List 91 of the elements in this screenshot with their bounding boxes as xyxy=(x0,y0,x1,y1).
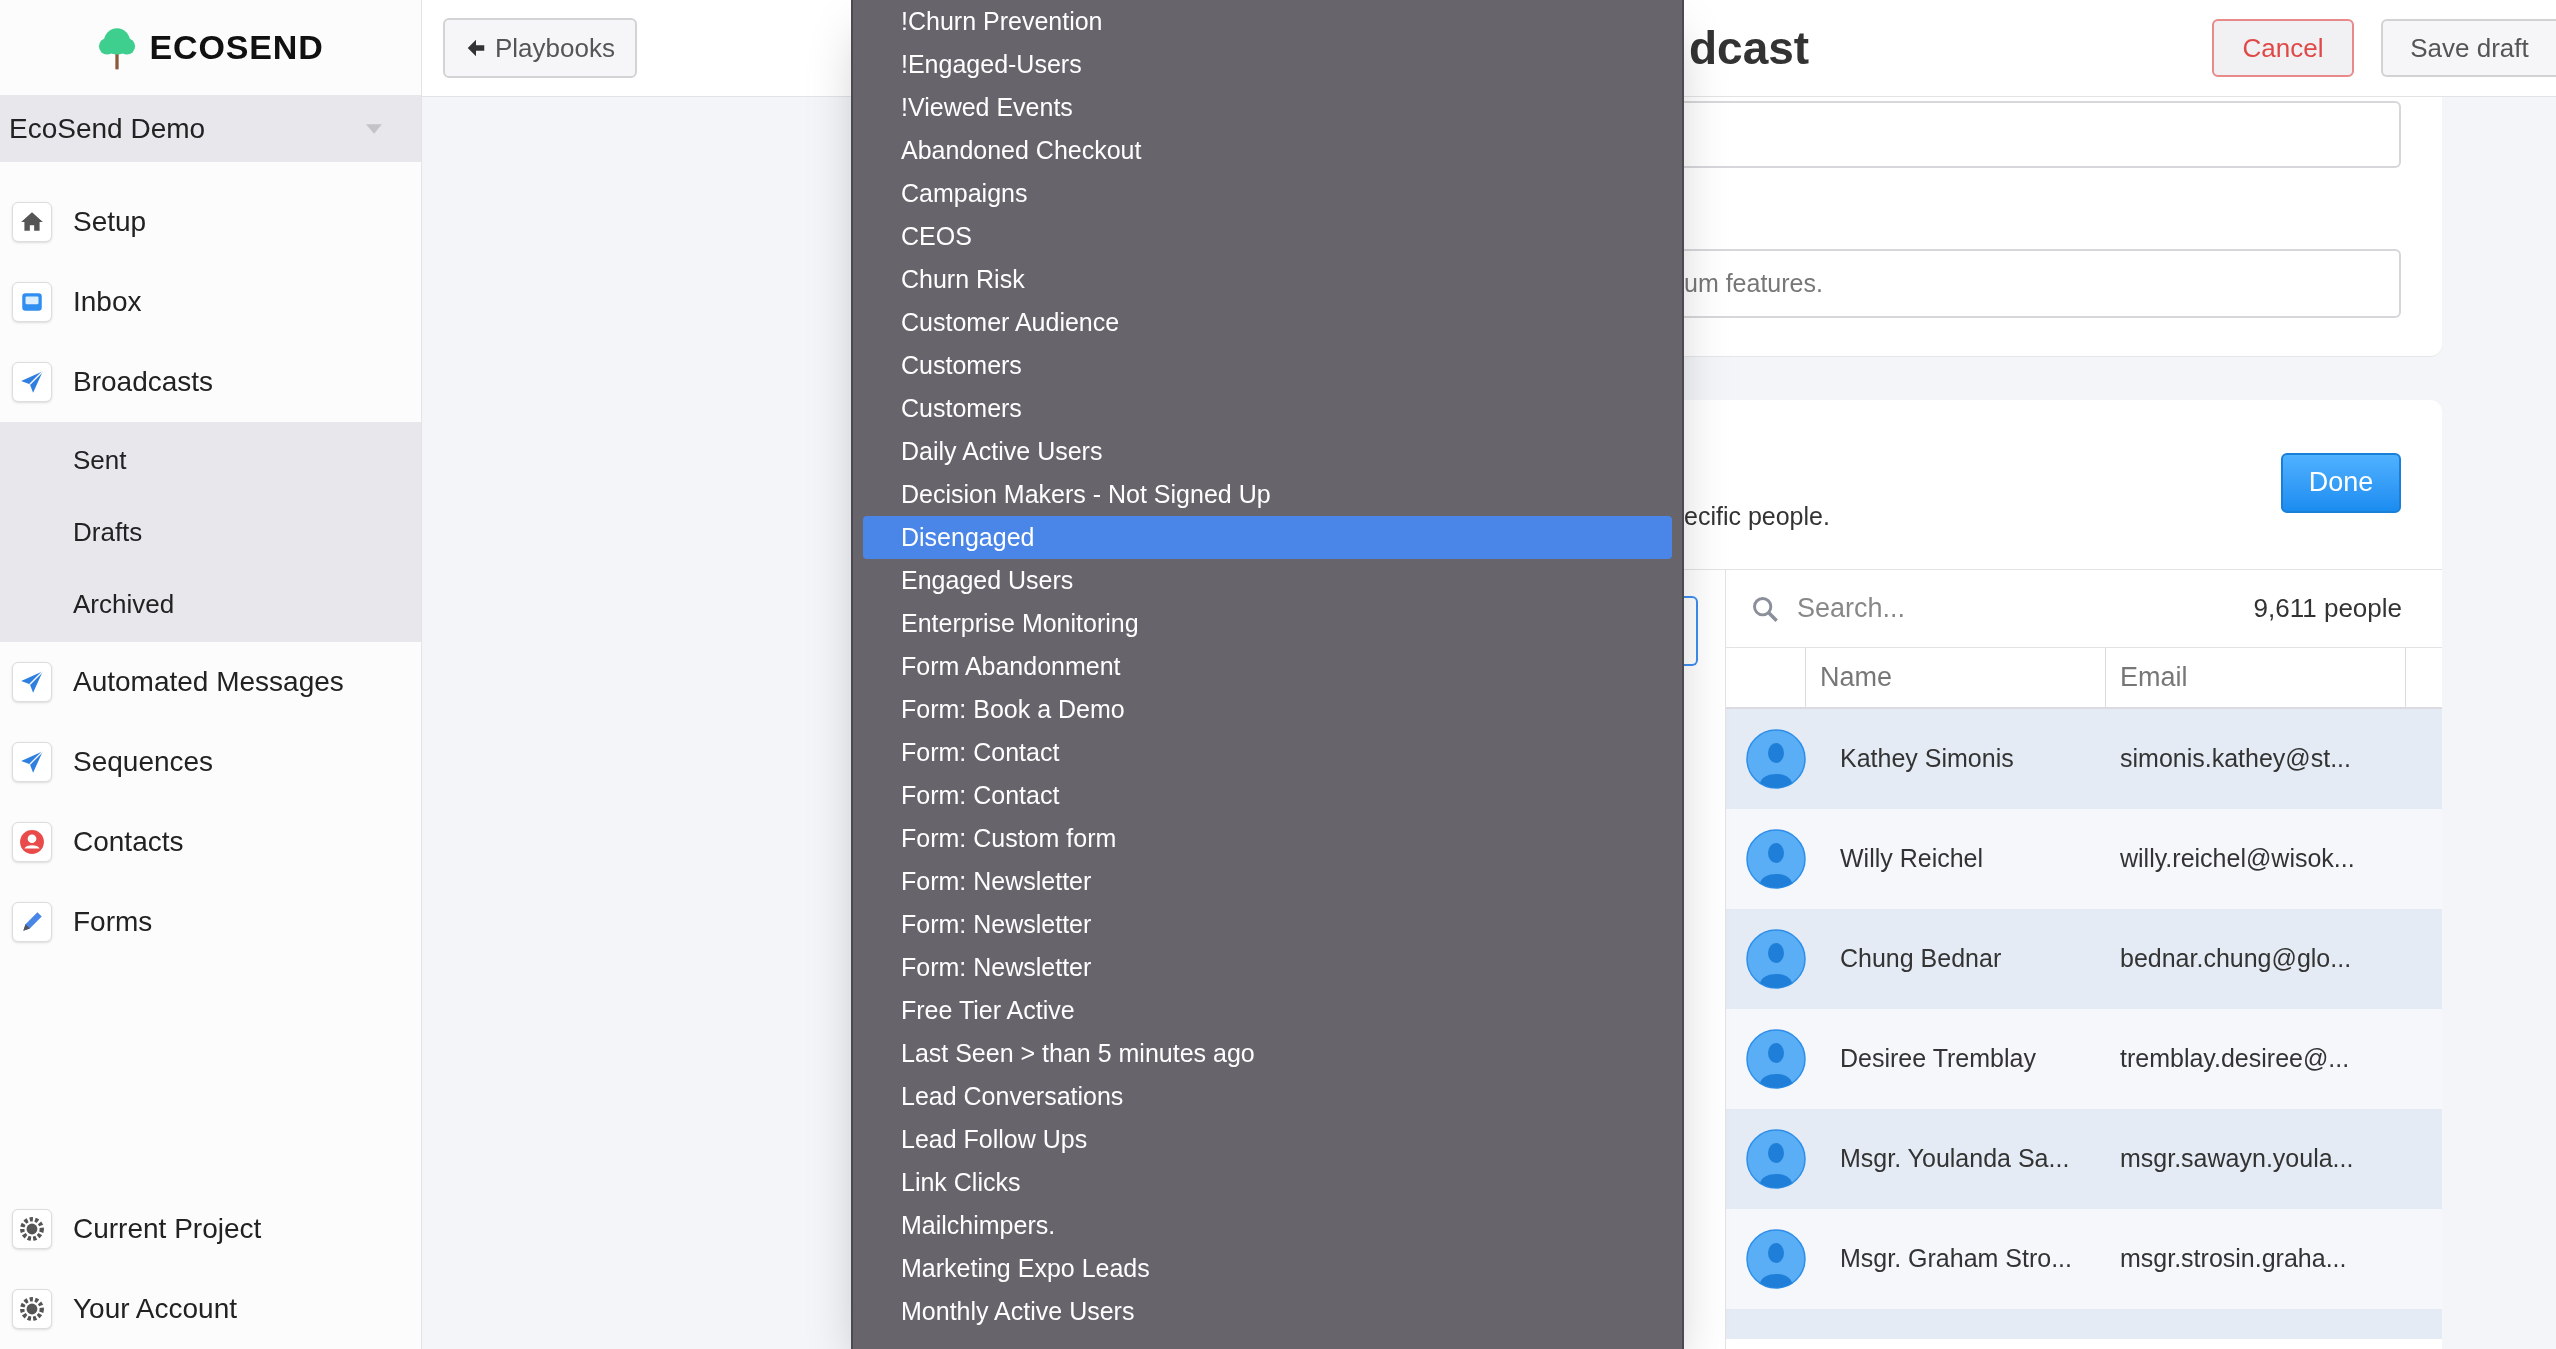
avatar-icon xyxy=(1746,829,1806,889)
column-header[interactable]: Name xyxy=(1806,648,2106,707)
dropdown-option[interactable]: Form: Contact xyxy=(863,731,1672,774)
brand-name: ECOSEND xyxy=(149,27,324,68)
avatar-icon xyxy=(1746,929,1806,989)
submenu-item[interactable]: Archived xyxy=(0,568,421,640)
back-button[interactable]: Playbooks xyxy=(443,18,637,78)
dropdown-option[interactable]: Form: Newsletter xyxy=(863,903,1672,946)
dropdown-option[interactable]: Abandoned Checkout xyxy=(863,129,1672,172)
table-cell-text: Willy Reichel xyxy=(1839,843,1985,875)
dropdown-option[interactable]: Free Tier Active xyxy=(863,989,1672,1032)
dropdown-option[interactable]: Customers xyxy=(863,344,1672,387)
nav-item[interactable]: Broadcasts xyxy=(0,342,421,422)
dropdown-option[interactable]: Mailchimpers. xyxy=(863,1204,1672,1247)
left-arrow-icon xyxy=(465,37,487,59)
nav-item[interactable]: Your Account xyxy=(0,1269,421,1349)
table-row[interactable]: Chung Bednar bednar.chung@glo... xyxy=(1726,909,2442,1009)
table-cell-text: Msgr. Graham Stro... xyxy=(1839,1243,2073,1275)
dropdown-option[interactable]: Form: Contact xyxy=(863,774,1672,817)
dropdown-option[interactable]: Marketing Expo Leads xyxy=(863,1247,1672,1290)
nav-item[interactable]: Current Project xyxy=(0,1189,421,1269)
recipients-description: ecific people. xyxy=(1684,500,1830,532)
submenu-item[interactable]: Drafts xyxy=(0,496,421,568)
dropdown-option[interactable]: Last Seen > than 5 minutes ago xyxy=(863,1032,1672,1075)
paper-plane-icon xyxy=(19,369,45,395)
dropdown-option[interactable]: Lead Follow Ups xyxy=(863,1118,1672,1161)
dropdown-option[interactable]: Daily Active Users xyxy=(863,430,1672,473)
table-cell-text: msgr.strosin.graha... xyxy=(2119,1243,2348,1275)
table-cell-text: simonis.kathey@st... xyxy=(2119,743,2352,775)
dropdown-option[interactable]: Form: Book a Demo xyxy=(863,688,1672,731)
caret-icon xyxy=(366,123,382,134)
dropdown-option[interactable]: Form: Newsletter xyxy=(863,946,1672,989)
field-placeholder: um features. xyxy=(1684,267,1823,299)
dropdown-option[interactable]: !Viewed Events xyxy=(863,86,1672,129)
nav-item[interactable]: Contacts xyxy=(0,802,421,882)
table-row[interactable]: Desiree Tremblay tremblay.desiree@... xyxy=(1726,1009,2442,1109)
dropdown-option[interactable]: Monthly Active Users xyxy=(863,1290,1672,1333)
person-icon xyxy=(19,829,45,855)
submenu-item[interactable]: Sent xyxy=(0,424,421,496)
table-cell-text: msgr.sawayn.youla... xyxy=(2119,1143,2355,1175)
nav-item[interactable]: Automated Messages xyxy=(0,642,421,722)
text-field[interactable] xyxy=(1684,101,2401,168)
table-cell-text: Kathey Simonis xyxy=(1839,743,2015,775)
dropdown-option[interactable]: CEOS xyxy=(863,215,1672,258)
paper-plane-icon xyxy=(19,669,45,695)
dropdown-option[interactable]: Campaigns xyxy=(863,172,1672,215)
dropdown-option[interactable]: Disengaged xyxy=(863,516,1672,559)
nav-item[interactable]: Setup xyxy=(0,182,421,262)
people-count: 9,611 people xyxy=(2253,592,2402,625)
dropdown-option[interactable]: Churn Risk xyxy=(863,258,1672,301)
table-row[interactable]: Willy Reichel willy.reichel@wisok... xyxy=(1726,809,2442,909)
dropdown-option[interactable]: Decision Makers - Not Signed Up xyxy=(863,473,1672,516)
table-cell-text: Desiree Tremblay xyxy=(1839,1043,2037,1075)
dropdown-option[interactable]: Enterprise Monitoring xyxy=(863,602,1672,645)
gear-icon xyxy=(19,1216,45,1242)
text-field[interactable]: um features. xyxy=(1684,249,2401,318)
project-selector[interactable]: EcoSend Demo xyxy=(0,95,421,162)
avatar-icon xyxy=(1746,1229,1806,1289)
nav-item[interactable]: Forms xyxy=(0,882,421,962)
table-cell-text: bednar.chung@glo... xyxy=(2119,943,2353,975)
avatar-icon xyxy=(1746,729,1806,789)
table-row[interactable]: Msgr. Graham Stro... msgr.strosin.graha... xyxy=(1726,1209,2442,1309)
nav-item[interactable]: Inbox xyxy=(0,262,421,342)
table-row[interactable]: Msgr. Youlanda Sa... msgr.sawayn.youla... xyxy=(1726,1109,2442,1209)
table-cell-text: tremblay.desiree@... xyxy=(2119,1043,2351,1075)
paper-plane-icon xyxy=(19,749,45,775)
page-title: dcast xyxy=(1688,20,1810,76)
avatar-icon xyxy=(1746,1029,1806,1089)
table-row[interactable]: Kathey Simonis simonis.kathey@st... xyxy=(1726,709,2442,809)
gear-icon xyxy=(19,1296,45,1322)
dropdown-option[interactable]: Form: Newsletter xyxy=(863,860,1672,903)
save-draft-button[interactable]: Save draft xyxy=(2381,19,2556,77)
search-field[interactable]: Search... xyxy=(1797,588,2236,629)
dropdown-option[interactable]: Customer Audience xyxy=(863,301,1672,344)
dropdown-option[interactable]: Lead Conversations xyxy=(863,1075,1672,1118)
table-cell-text: Chung Bednar xyxy=(1839,943,2003,975)
avatar-icon xyxy=(1746,1129,1806,1189)
column-header[interactable]: Email xyxy=(2106,648,2406,707)
table-row[interactable] xyxy=(1726,1309,2442,1339)
table-cell-text: Msgr. Youlanda Sa... xyxy=(1839,1143,2071,1175)
nav-item[interactable]: Sequences xyxy=(0,722,421,802)
dropdown-option[interactable]: Form Abandonment xyxy=(863,645,1672,688)
dropdown-option[interactable]: !Churn Prevention xyxy=(863,0,1672,43)
dropdown-option[interactable]: !Engaged-Users xyxy=(863,43,1672,86)
dropdown-option[interactable]: Link Clicks xyxy=(863,1161,1672,1204)
cancel-button[interactable]: Cancel xyxy=(2212,19,2354,77)
search-icon xyxy=(1751,594,1779,623)
dropdown-option[interactable]: Engaged Users xyxy=(863,559,1672,602)
table-cell-text: willy.reichel@wisok... xyxy=(2119,843,2356,875)
dropdown-option[interactable]: Form: Custom form xyxy=(863,817,1672,860)
dropdown-option[interactable]: Customers xyxy=(863,387,1672,430)
